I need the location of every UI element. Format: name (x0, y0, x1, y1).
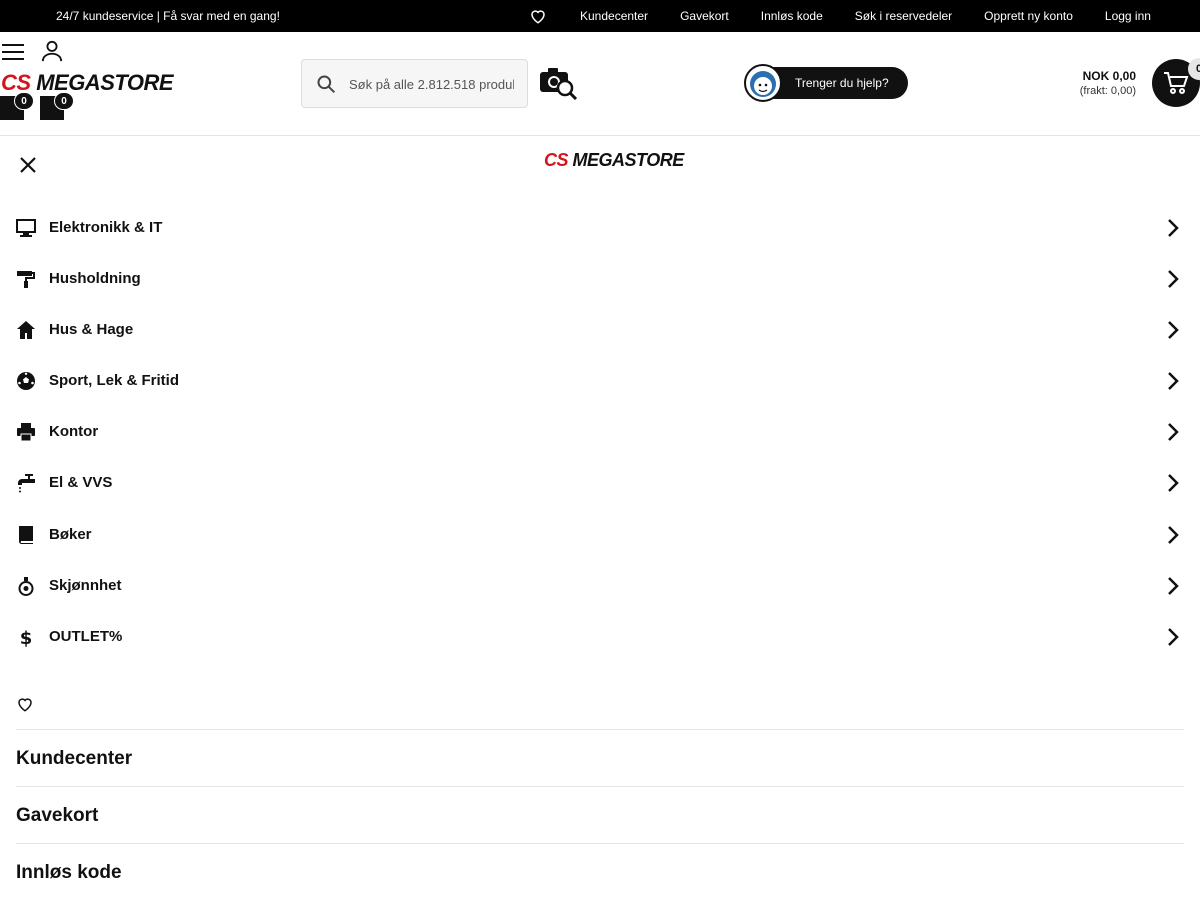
wishlist-heart-icon[interactable] (529, 7, 547, 25)
dollar-icon: $ (20, 628, 33, 647)
support-avatar (744, 64, 782, 102)
chevron-right-icon (1168, 219, 1179, 237)
chevron-right-icon (1168, 372, 1179, 391)
chevron-right-icon (1168, 627, 1179, 646)
book-icon (18, 525, 33, 544)
cart-total[interactable]: NOK 0,00 (frakt: 0,00) (1080, 69, 1136, 97)
support-agent-icon (750, 71, 776, 97)
category-list: Elektronikk & IT Husholdning Hus & Hage … (0, 202, 1200, 662)
drawer-link-gavekort[interactable]: Gavekort (16, 786, 1184, 843)
category-item-husholdning[interactable]: Husholdning (0, 253, 1200, 304)
category-label: OUTLET% (49, 627, 123, 645)
site-header: CS MEGASTORE 0 0 Trenger du hjelp? (0, 32, 1200, 136)
favorites-heart-icon[interactable] (16, 695, 34, 713)
compare-count-badge: 0 (54, 92, 74, 110)
category-label: Husholdning (49, 270, 141, 288)
drawer-logo-cs: CS (544, 150, 569, 170)
drawer-logo-megastore: MEGASTORE (572, 150, 685, 170)
category-item-boker[interactable]: Bøker (0, 509, 1200, 560)
faucet-icon (18, 474, 35, 493)
printer-icon (17, 423, 35, 442)
search-box (301, 59, 528, 108)
close-icon[interactable] (18, 155, 38, 175)
paint-roller-icon (17, 271, 35, 289)
category-item-elektronikk[interactable]: Elektronikk & IT (0, 202, 1200, 253)
help-label: Trenger du hjelp? (795, 76, 889, 90)
top-link-reservedeler[interactable]: Søk i reservedeler (855, 9, 952, 23)
hamburger-menu-icon[interactable] (2, 43, 24, 61)
search-icon[interactable] (316, 74, 336, 94)
perfume-icon (18, 576, 34, 596)
category-label: El & VVS (49, 474, 113, 492)
chevron-right-icon (1168, 474, 1179, 493)
category-item-sport[interactable]: Sport, Lek & Fritid (0, 355, 1200, 406)
user-account-icon[interactable] (41, 40, 63, 62)
drawer-link-label: Innløs kode (16, 862, 122, 883)
top-link-logg-inn[interactable]: Logg inn (1105, 9, 1151, 23)
drawer-link-label: Kundecenter (16, 748, 133, 769)
shopping-cart-icon (1164, 72, 1189, 94)
category-label: Sport, Lek & Fritid (49, 372, 180, 390)
chevron-right-icon (1168, 270, 1179, 288)
category-item-kontor[interactable]: Kontor (0, 406, 1200, 457)
chevron-right-icon (1168, 423, 1179, 442)
category-label: Hus & Hage (49, 321, 134, 339)
top-link-opprett-konto[interactable]: Opprett ny konto (984, 9, 1073, 23)
house-icon (17, 321, 35, 340)
top-link-kundecenter[interactable]: Kundecenter (580, 9, 648, 23)
drawer-logo[interactable]: CS MEGASTORE (544, 150, 684, 171)
category-item-skjonnhet[interactable]: Skjønnhet (0, 560, 1200, 611)
category-item-el-vvs[interactable]: El & VVS (0, 457, 1200, 508)
drawer-links: Kundecenter Gavekort Innløs kode (16, 729, 1184, 900)
cart-shipping: (frakt: 0,00) (1079, 85, 1136, 97)
drawer-link-label: Gavekort (16, 805, 99, 826)
category-label: Bøker (49, 525, 92, 543)
category-item-hus-hage[interactable]: Hus & Hage (0, 304, 1200, 355)
camera-search-icon[interactable] (538, 66, 578, 100)
customer-service-text: 24/7 kundeservice | Få svar med en gang! (56, 9, 280, 23)
help-chat-button[interactable]: Trenger du hjelp? (744, 64, 908, 102)
logo-megastore: MEGASTORE (36, 70, 174, 95)
chevron-right-icon (1168, 576, 1179, 595)
category-label: Skjønnhet (49, 576, 122, 594)
monitor-icon (16, 219, 36, 237)
wishlist-count-badge: 0 (14, 92, 34, 110)
category-item-outlet[interactable]: $ OUTLET% (0, 611, 1200, 662)
football-icon (17, 372, 35, 391)
drawer-link-innlos-kode[interactable]: Innløs kode (16, 843, 1184, 900)
search-input[interactable] (349, 74, 514, 94)
category-label: Elektronikk & IT (49, 219, 163, 236)
category-label: Kontor (49, 423, 99, 441)
top-link-innlos-kode[interactable]: Innløs kode (761, 9, 823, 23)
svg-text:$: $ (20, 628, 33, 647)
drawer-link-kundecenter[interactable]: Kundecenter (16, 729, 1184, 786)
top-links: Kundecenter Gavekort Innløs kode Søk i r… (580, 9, 1151, 23)
top-link-gavekort[interactable]: Gavekort (680, 9, 729, 23)
top-bar: 24/7 kundeservice | Få svar med en gang!… (0, 0, 1200, 32)
chevron-right-icon (1168, 525, 1179, 544)
cart-amount: NOK 0,00 (1082, 69, 1136, 83)
chevron-right-icon (1168, 321, 1179, 340)
